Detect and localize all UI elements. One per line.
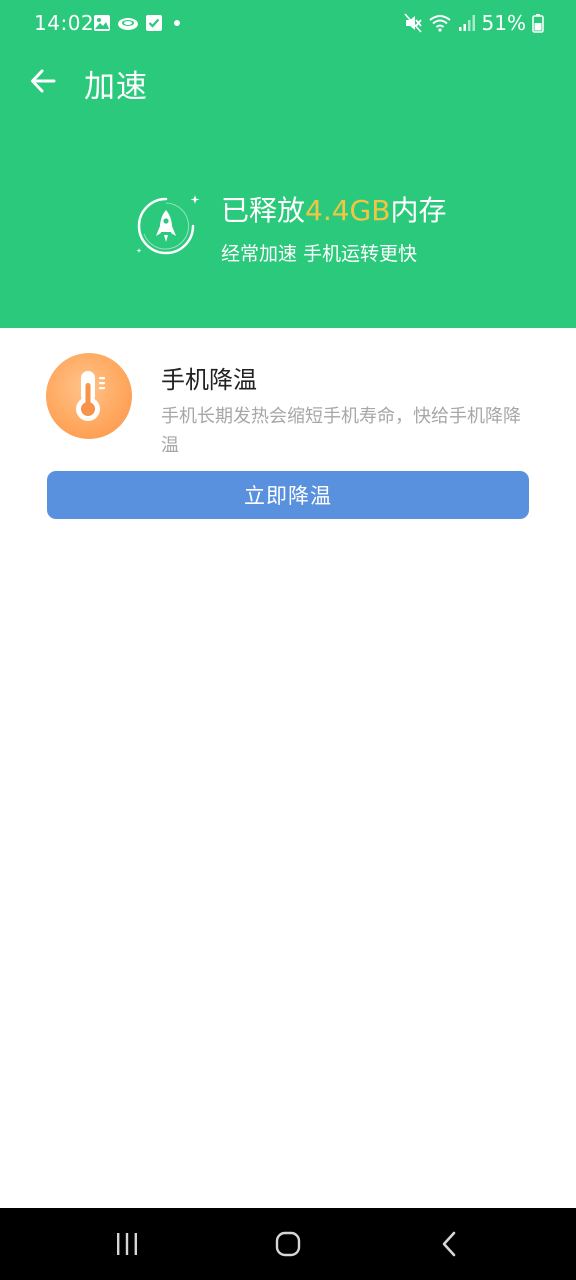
status-system-icons: 51% bbox=[403, 11, 544, 35]
cool-now-button[interactable]: 立即降温 bbox=[47, 471, 529, 519]
signal-icon bbox=[458, 15, 475, 31]
status-time: 14:02 bbox=[34, 11, 95, 35]
status-bar: 14:02 51% bbox=[0, 0, 576, 48]
battery-percent: 51% bbox=[481, 11, 526, 35]
arrow-left-icon bbox=[31, 69, 56, 93]
battery-icon bbox=[532, 14, 544, 33]
system-nav-bar bbox=[0, 1208, 576, 1280]
speedup-subtitle: 经常加速 手机运转更快 bbox=[221, 243, 418, 265]
page-title: 加速 bbox=[84, 69, 148, 105]
checkbox-icon bbox=[146, 15, 162, 31]
headline-prefix: 已释放 bbox=[221, 194, 306, 227]
recents-icon bbox=[117, 1233, 137, 1255]
home-button[interactable] bbox=[268, 1226, 308, 1262]
app-bar: 加速 bbox=[0, 54, 576, 114]
back-button[interactable] bbox=[24, 62, 62, 100]
wifi-icon bbox=[428, 15, 451, 32]
nav-back-button[interactable] bbox=[430, 1226, 470, 1262]
back-icon bbox=[442, 1231, 456, 1257]
header-banner: 14:02 51% 加速 已释放4.4GB内存 经常加速 手机运转更快 bbox=[0, 0, 576, 328]
thermometer-badge bbox=[46, 353, 132, 439]
home-icon bbox=[275, 1231, 301, 1257]
thermometer-icon bbox=[76, 371, 105, 421]
screen: 14:02 51% 加速 已释放4.4GB内存 经常加速 手机运转更快 手机降温… bbox=[0, 0, 576, 1280]
mute-icon bbox=[403, 13, 422, 33]
dot-icon bbox=[174, 20, 180, 26]
headline-suffix: 内存 bbox=[390, 194, 447, 227]
cooling-card-title: 手机降温 bbox=[161, 366, 257, 394]
recents-button[interactable] bbox=[107, 1226, 147, 1262]
released-amount: 4.4GB bbox=[305, 194, 391, 227]
status-notification-icons bbox=[93, 13, 185, 33]
gallery-icon bbox=[94, 15, 110, 31]
memory-released-headline: 已释放4.4GB内存 bbox=[221, 189, 446, 229]
cloud-icon bbox=[118, 18, 138, 30]
rocket-icon bbox=[136, 195, 200, 255]
cooling-card-description: 手机长期发热会缩短手机寿命，快给手机降降温 bbox=[161, 406, 521, 456]
